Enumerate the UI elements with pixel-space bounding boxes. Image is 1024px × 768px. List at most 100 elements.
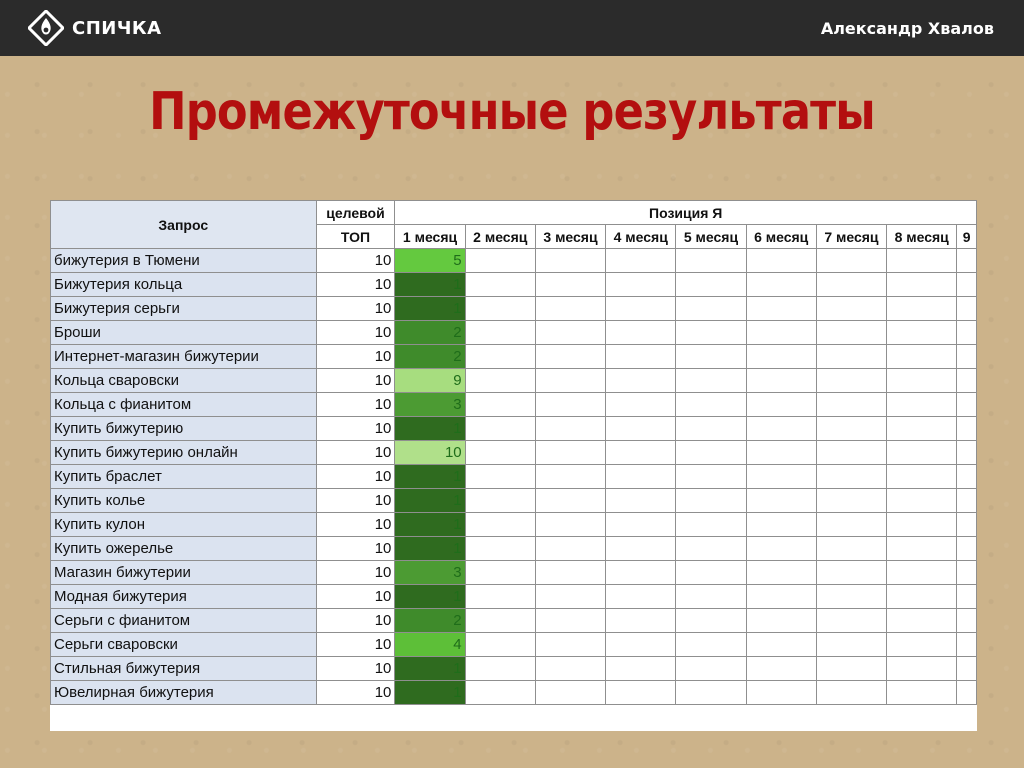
empty-cell[interactable]	[464, 368, 536, 393]
empty-cell[interactable]	[675, 584, 747, 609]
empty-cell[interactable]	[886, 488, 958, 513]
empty-cell[interactable]	[675, 296, 747, 321]
empty-cell[interactable]	[534, 248, 607, 273]
target-cell[interactable]: 10	[315, 656, 396, 681]
empty-cell[interactable]	[605, 392, 677, 417]
empty-cell[interactable]	[956, 680, 977, 705]
month-1-position-cell[interactable]: 10	[394, 440, 466, 465]
empty-cell[interactable]	[745, 584, 817, 609]
query-cell[interactable]: Купить ожерелье	[50, 536, 317, 561]
empty-cell[interactable]	[675, 392, 747, 417]
month-1-position-cell[interactable]: 2	[394, 608, 466, 633]
empty-cell[interactable]	[886, 560, 958, 585]
empty-cell[interactable]	[675, 632, 747, 657]
empty-cell[interactable]	[675, 464, 747, 489]
query-cell[interactable]: Купить колье	[50, 488, 317, 513]
month-1-position-cell[interactable]: 3	[394, 392, 466, 417]
empty-cell[interactable]	[886, 584, 958, 609]
target-cell[interactable]: 10	[315, 608, 396, 633]
empty-cell[interactable]	[464, 488, 536, 513]
empty-cell[interactable]	[605, 488, 677, 513]
empty-cell[interactable]	[675, 248, 747, 273]
empty-cell[interactable]	[886, 344, 958, 369]
empty-cell[interactable]	[605, 344, 677, 369]
empty-cell[interactable]	[886, 368, 958, 393]
empty-cell[interactable]	[815, 560, 888, 585]
empty-cell[interactable]	[815, 248, 888, 273]
empty-cell[interactable]	[534, 272, 607, 297]
empty-cell[interactable]	[956, 584, 977, 609]
empty-cell[interactable]	[886, 464, 958, 489]
target-cell[interactable]: 10	[315, 632, 396, 657]
month-1-position-cell[interactable]: 1	[394, 272, 466, 297]
empty-cell[interactable]	[745, 656, 817, 681]
empty-cell[interactable]	[464, 320, 536, 345]
empty-cell[interactable]	[745, 512, 817, 537]
empty-cell[interactable]	[464, 416, 536, 441]
empty-cell[interactable]	[745, 536, 817, 561]
empty-cell[interactable]	[886, 296, 958, 321]
empty-cell[interactable]	[956, 296, 977, 321]
empty-cell[interactable]	[815, 416, 888, 441]
empty-cell[interactable]	[745, 416, 817, 441]
target-cell[interactable]: 10	[315, 296, 396, 321]
empty-cell[interactable]	[534, 296, 607, 321]
empty-cell[interactable]	[815, 440, 888, 465]
query-cell[interactable]: Бижутерия серьги	[50, 296, 317, 321]
empty-cell[interactable]	[534, 464, 607, 489]
empty-cell[interactable]	[745, 464, 817, 489]
query-cell[interactable]: Купить бижутерию	[50, 416, 317, 441]
empty-cell[interactable]	[464, 608, 536, 633]
empty-cell[interactable]	[956, 656, 977, 681]
empty-cell[interactable]	[534, 440, 607, 465]
empty-cell[interactable]	[464, 656, 536, 681]
empty-cell[interactable]	[956, 464, 977, 489]
empty-cell[interactable]	[886, 656, 958, 681]
empty-cell[interactable]	[886, 680, 958, 705]
empty-cell[interactable]	[956, 512, 977, 537]
empty-cell[interactable]	[534, 680, 607, 705]
query-cell[interactable]: Модная бижутерия	[50, 584, 317, 609]
target-cell[interactable]: 10	[315, 320, 396, 345]
empty-cell[interactable]	[815, 584, 888, 609]
empty-cell[interactable]	[745, 368, 817, 393]
empty-cell[interactable]	[675, 488, 747, 513]
empty-cell[interactable]	[605, 416, 677, 441]
empty-cell[interactable]	[605, 560, 677, 585]
empty-cell[interactable]	[745, 296, 817, 321]
empty-cell[interactable]	[956, 416, 977, 441]
empty-cell[interactable]	[745, 272, 817, 297]
empty-cell[interactable]	[605, 320, 677, 345]
empty-cell[interactable]	[745, 248, 817, 273]
month-1-position-cell[interactable]: 1	[394, 512, 466, 537]
empty-cell[interactable]	[534, 344, 607, 369]
month-1-position-cell[interactable]: 1	[394, 656, 466, 681]
month-1-position-cell[interactable]: 9	[394, 368, 466, 393]
target-cell[interactable]: 10	[315, 464, 396, 489]
query-cell[interactable]: Серьги сваровски	[50, 632, 317, 657]
empty-cell[interactable]	[534, 656, 607, 681]
empty-cell[interactable]	[745, 632, 817, 657]
empty-cell[interactable]	[815, 344, 888, 369]
empty-cell[interactable]	[675, 416, 747, 441]
empty-cell[interactable]	[534, 536, 607, 561]
query-cell[interactable]: Серьги с фианитом	[50, 608, 317, 633]
empty-cell[interactable]	[464, 536, 536, 561]
empty-cell[interactable]	[675, 536, 747, 561]
empty-cell[interactable]	[675, 272, 747, 297]
target-cell[interactable]: 10	[315, 512, 396, 537]
empty-cell[interactable]	[675, 440, 747, 465]
query-cell[interactable]: Кольца с фианитом	[50, 392, 317, 417]
empty-cell[interactable]	[886, 392, 958, 417]
empty-cell[interactable]	[745, 440, 817, 465]
empty-cell[interactable]	[675, 680, 747, 705]
query-cell[interactable]: Стильная бижутерия	[50, 656, 317, 681]
empty-cell[interactable]	[605, 272, 677, 297]
target-cell[interactable]: 10	[315, 536, 396, 561]
month-1-position-cell[interactable]: 1	[394, 488, 466, 513]
empty-cell[interactable]	[956, 272, 977, 297]
empty-cell[interactable]	[675, 320, 747, 345]
empty-cell[interactable]	[464, 392, 536, 417]
month-1-position-cell[interactable]: 1	[394, 536, 466, 561]
target-cell[interactable]: 10	[315, 560, 396, 585]
